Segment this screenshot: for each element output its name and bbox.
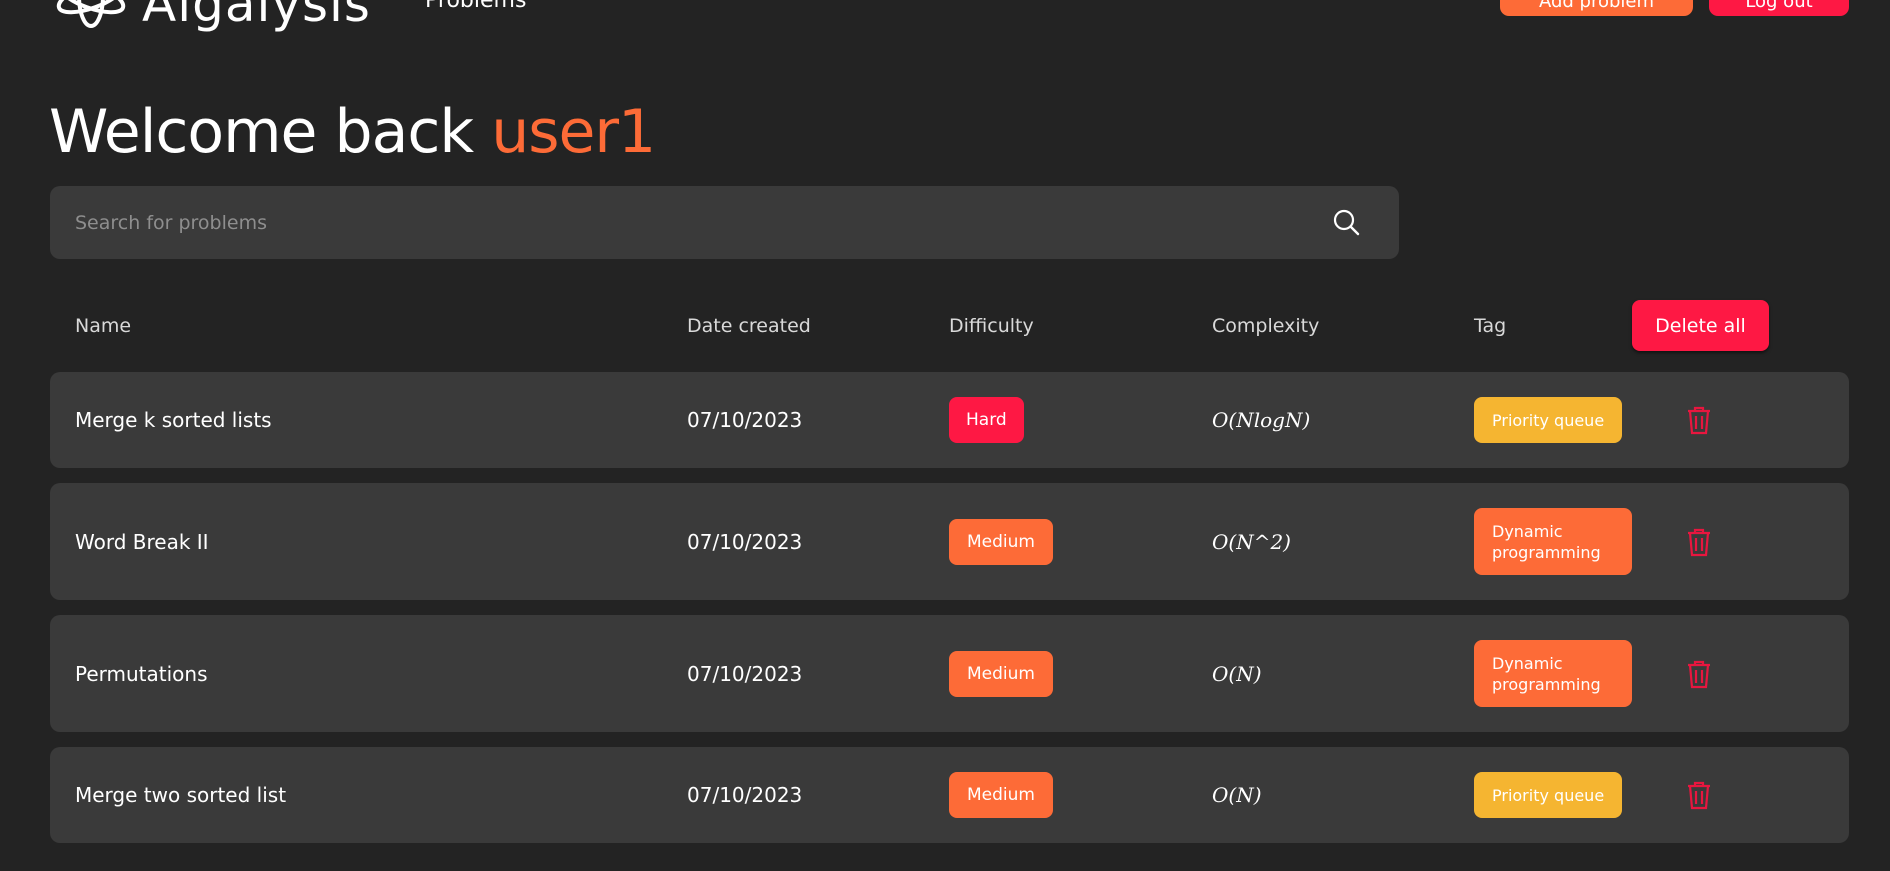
delete-cell bbox=[1686, 483, 1712, 600]
delete-cell bbox=[1686, 747, 1712, 843]
search-icon[interactable] bbox=[1332, 208, 1360, 236]
problem-complexity: O(N^2) bbox=[1212, 529, 1291, 554]
problem-name[interactable]: Merge k sorted lists bbox=[75, 372, 272, 468]
difficulty-badge: Medium bbox=[949, 772, 1053, 818]
problem-name[interactable]: Merge two sorted list bbox=[75, 747, 286, 843]
tag-badge: Priority queue bbox=[1474, 397, 1623, 443]
problem-name[interactable]: Word Break II bbox=[75, 483, 209, 600]
top-navbar: Algalysis Problems Add problem Log out bbox=[0, 0, 1890, 30]
problem-complexity: O(N) bbox=[1212, 783, 1262, 807]
column-header-tag: Tag bbox=[1474, 315, 1507, 337]
problem-name[interactable]: Permutations bbox=[75, 615, 208, 732]
tag-badge: Dynamic programming bbox=[1474, 508, 1632, 575]
delete-all-button[interactable]: Delete all bbox=[1632, 300, 1769, 351]
tag-cell: Dynamic programming bbox=[1474, 483, 1632, 600]
logo-icon bbox=[56, 0, 126, 28]
trash-icon[interactable] bbox=[1686, 780, 1712, 810]
problem-complexity: O(NlogN) bbox=[1212, 408, 1311, 432]
delete-cell bbox=[1686, 372, 1712, 468]
tag-cell: Priority queue bbox=[1474, 372, 1623, 468]
welcome-prefix: Welcome back bbox=[49, 97, 492, 167]
logo-text: Algalysis bbox=[142, 0, 371, 33]
column-header-name: Name bbox=[75, 315, 132, 337]
problem-date: 07/10/2023 bbox=[687, 529, 803, 554]
difficulty-cell: Hard bbox=[949, 372, 1024, 468]
difficulty-badge: Medium bbox=[949, 518, 1053, 565]
tag-cell: Priority queue bbox=[1474, 747, 1623, 843]
difficulty-cell: Medium bbox=[949, 483, 1053, 600]
table-row[interactable]: Merge two sorted list 07/10/2023 Medium … bbox=[50, 747, 1849, 843]
problem-date: 07/10/2023 bbox=[687, 661, 803, 686]
welcome-heading: Welcome back user1 bbox=[49, 92, 656, 172]
difficulty-cell: Medium bbox=[949, 615, 1053, 732]
difficulty-badge: Hard bbox=[949, 397, 1024, 443]
column-header-date: Date created bbox=[687, 315, 811, 337]
table-row[interactable]: Word Break II 07/10/2023 Medium O(N^2) D… bbox=[50, 483, 1849, 600]
tag-cell: Dynamic programming bbox=[1474, 615, 1632, 732]
problem-date: 07/10/2023 bbox=[687, 783, 803, 807]
trash-icon[interactable] bbox=[1686, 405, 1712, 435]
difficulty-badge: Medium bbox=[949, 650, 1053, 697]
problem-complexity: O(N) bbox=[1212, 661, 1262, 686]
table-row[interactable]: Merge k sorted lists 07/10/2023 Hard O(N… bbox=[50, 372, 1849, 468]
welcome-username: user1 bbox=[491, 97, 656, 167]
add-problem-button[interactable]: Add problem bbox=[1500, 0, 1693, 16]
problem-date: 07/10/2023 bbox=[687, 408, 803, 432]
trash-icon[interactable] bbox=[1686, 659, 1712, 689]
search-input[interactable] bbox=[50, 186, 1399, 259]
logout-button[interactable]: Log out bbox=[1709, 0, 1849, 16]
trash-icon[interactable] bbox=[1686, 527, 1712, 557]
tag-badge: Priority queue bbox=[1474, 772, 1623, 818]
tag-badge: Dynamic programming bbox=[1474, 640, 1632, 707]
nav-problems-link[interactable]: Problems bbox=[425, 0, 526, 16]
delete-cell bbox=[1686, 615, 1712, 732]
table-row[interactable]: Permutations 07/10/2023 Medium O(N) Dyna… bbox=[50, 615, 1849, 732]
logo[interactable]: Algalysis bbox=[48, 0, 371, 30]
column-header-complexity: Complexity bbox=[1212, 315, 1320, 337]
difficulty-cell: Medium bbox=[949, 747, 1053, 843]
search-bar bbox=[50, 186, 1399, 259]
column-header-difficulty: Difficulty bbox=[949, 315, 1034, 337]
